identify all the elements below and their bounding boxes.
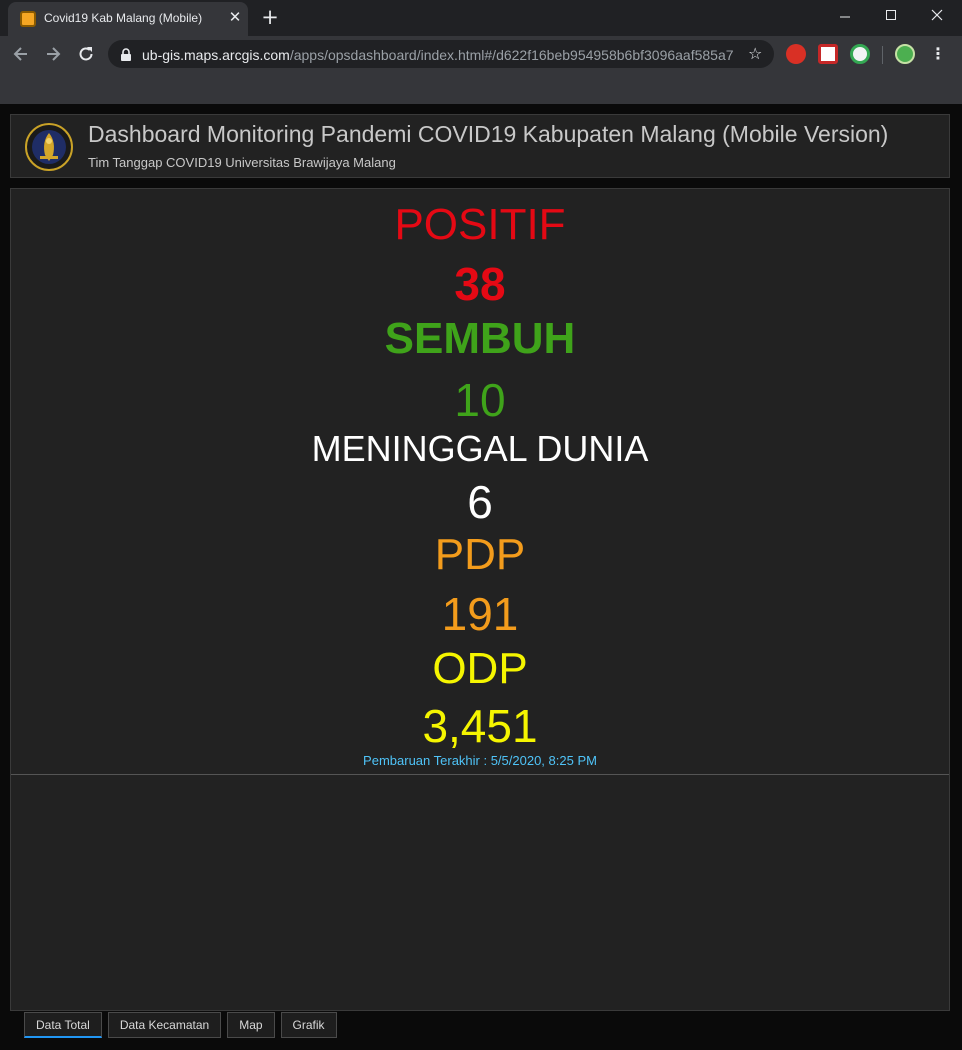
stop-extension-icon[interactable] — [786, 44, 806, 64]
reload-icon[interactable] — [73, 41, 99, 67]
sembuh-label: SEMBUH — [384, 314, 576, 363]
panel-divider — [11, 774, 949, 775]
dashboard-page: Dashboard Monitoring Pandemi COVID19 Kab… — [0, 104, 962, 1050]
page-subtitle: Tim Tanggap COVID19 Universitas Brawijay… — [88, 155, 396, 170]
tab-grafik[interactable]: Grafik — [280, 1012, 337, 1038]
maximize-icon[interactable] — [868, 0, 914, 30]
sembuh-value: 10 — [454, 374, 506, 426]
kebab-menu-icon[interactable]: ⋮ — [928, 44, 948, 64]
toolbar-separator — [882, 46, 883, 64]
address-bar[interactable]: ub-gis.maps.arcgis.com/apps/opsdashboard… — [108, 40, 774, 68]
profile-avatar-icon[interactable] — [895, 44, 915, 64]
star-icon[interactable]: ☆ — [748, 44, 762, 63]
pdp-value: 191 — [441, 588, 519, 640]
new-tab-icon[interactable]: + — [258, 5, 282, 29]
tab-map[interactable]: Map — [227, 1012, 275, 1038]
panel-tabs: Data Total Data Kecamatan Map Grafik — [24, 1012, 343, 1038]
positif-label: POSITIF — [394, 200, 566, 249]
dashboard-header: Dashboard Monitoring Pandemi COVID19 Kab… — [10, 114, 950, 178]
browser-tabstrip: Covid19 Kab Malang (Mobile) ✕ + — [0, 0, 962, 36]
meninggal-label: MENINGGAL DUNIA — [311, 428, 649, 469]
close-window-icon[interactable] — [914, 0, 960, 30]
university-logo-icon — [25, 123, 73, 171]
last-updated-text: Pembaruan Terakhir : 5/5/2020, 8:25 PM — [363, 753, 597, 768]
globe-extension-icon[interactable] — [850, 44, 870, 64]
tab-data-kecamatan[interactable]: Data Kecamatan — [107, 1012, 222, 1038]
favicon-icon — [20, 11, 36, 27]
data-total-panel: POSITIF 38 SEMBUH 10 MENINGGAL DUNIA 6 P… — [10, 188, 950, 1011]
stats-indicator: POSITIF 38 SEMBUH 10 MENINGGAL DUNIA 6 P… — [11, 189, 949, 775]
url-text: ub-gis.maps.arcgis.com/apps/opsdashboard… — [142, 47, 734, 63]
bookmark-gap — [0, 72, 962, 104]
browser-tab[interactable]: Covid19 Kab Malang (Mobile) ✕ — [8, 2, 248, 36]
meninggal-value: 6 — [467, 476, 493, 528]
browser-toolbar: ub-gis.maps.arcgis.com/apps/opsdashboard… — [0, 36, 962, 72]
tab-data-total[interactable]: Data Total — [24, 1012, 102, 1038]
odp-value: 3,451 — [422, 700, 538, 752]
tab-title: Covid19 Kab Malang (Mobile) — [44, 11, 203, 25]
extension-icon[interactable] — [818, 44, 838, 64]
arrow-right-icon[interactable] — [40, 41, 66, 67]
page-title: Dashboard Monitoring Pandemi COVID19 Kab… — [88, 121, 889, 147]
odp-label: ODP — [432, 644, 528, 693]
minimize-icon[interactable] — [822, 0, 868, 30]
arrow-left-icon[interactable] — [8, 41, 34, 67]
pdp-label: PDP — [434, 530, 526, 579]
lock-icon — [120, 47, 132, 66]
positif-value: 38 — [454, 258, 506, 310]
close-tab-icon[interactable]: ✕ — [226, 8, 244, 26]
